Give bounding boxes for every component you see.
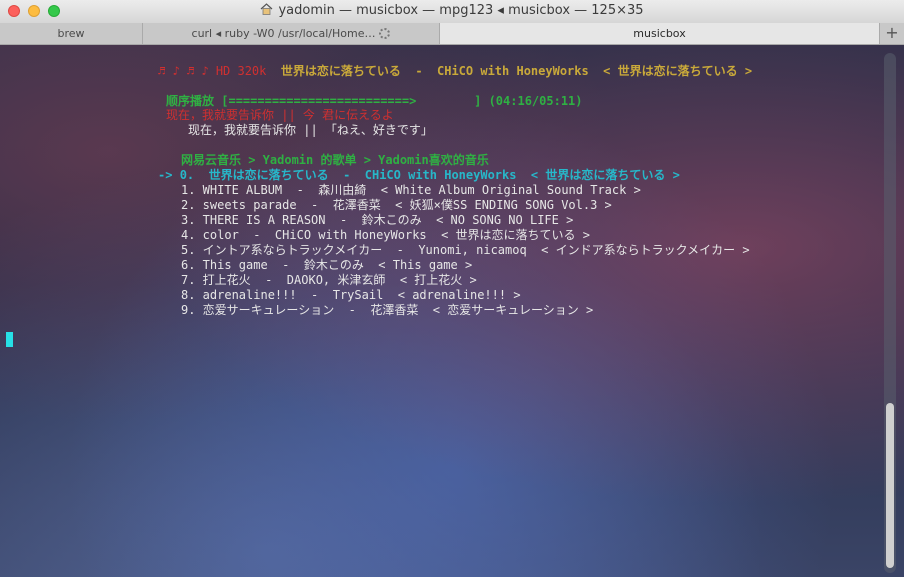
- now-playing-album: < 世界は恋に落ちている >: [603, 64, 753, 78]
- track-item-8[interactable]: 8. adrenaline!!! - TrySail < adrenaline!…: [181, 288, 521, 303]
- title-bar[interactable]: yadomin — musicbox — mpg123 ◂ musicbox —…: [0, 0, 904, 24]
- music-notes-icon: ♬ ♪ ♬ ♪: [158, 64, 209, 78]
- scrollbar-thumb[interactable]: [886, 403, 894, 568]
- loading-spinner-icon: [379, 28, 391, 39]
- tab-label: musicbox: [633, 27, 686, 40]
- now-playing-song: 世界は恋に落ちている: [280, 64, 401, 78]
- tab-musicbox[interactable]: musicbox: [440, 23, 880, 44]
- window-title: yadomin — musicbox — mpg123 ◂ musicbox —…: [0, 3, 904, 18]
- selected-track-index: 0.: [179, 168, 195, 182]
- track-item-4[interactable]: 4. color - CHiCO with HoneyWorks < 世界は恋に…: [181, 228, 590, 243]
- play-mode: 顺序播放: [166, 94, 215, 108]
- track-item-7[interactable]: 7. 打上花火 - DAOKO, 米津玄師 < 打上花火 >: [181, 273, 477, 288]
- scrollbar[interactable]: [884, 53, 896, 573]
- track-item-9[interactable]: 9. 恋爱サーキュレーション - 花澤香菜 < 恋爱サーキュレーション >: [181, 303, 593, 318]
- progress-bar: [=========================> ]: [221, 94, 482, 108]
- selected-track[interactable]: -> 0. 世界は恋に落ちている - CHiCO with HoneyWorks…: [158, 168, 680, 183]
- new-tab-button[interactable]: +: [879, 23, 904, 44]
- now-playing-line: ♬ ♪ ♬ ♪ HD 320k 世界は恋に落ちている - CHiCO with …: [158, 64, 753, 78]
- terminal-content[interactable]: ♬ ♪ ♬ ♪ HD 320k 世界は恋に落ちている - CHiCO with …: [0, 45, 904, 577]
- tab-curl-ruby[interactable]: curl ◂ ruby -W0 /usr/local/Home…: [143, 23, 440, 44]
- tab-brew[interactable]: brew: [0, 23, 143, 44]
- terminal-window: yadomin — musicbox — mpg123 ◂ musicbox —…: [0, 0, 904, 577]
- selected-track-song: 世界は恋に落ちている: [208, 168, 329, 182]
- breadcrumb: 网易云音乐 > Yadomin 的歌单 > Yadomin喜欢的音乐: [181, 153, 489, 167]
- selected-track-artist: CHiCO with HoneyWorks: [364, 168, 517, 182]
- track-item-6[interactable]: 6. This game - 鈴木このみ < This game >: [181, 258, 472, 273]
- terminal-cursor: [6, 332, 13, 347]
- tab-label: curl ◂ ruby -W0 /usr/local/Home…: [191, 27, 376, 40]
- selection-pointer-icon: ->: [158, 168, 173, 182]
- selected-track-album: < 世界は恋に落ちている >: [530, 168, 680, 182]
- play-time: (04:16/05:11): [488, 94, 583, 108]
- window-title-text: yadomin — musicbox — mpg123 ◂ musicbox —…: [278, 3, 644, 18]
- lyric-current: 现在，我就要告诉你 || 今 君に伝えるよ: [166, 108, 394, 122]
- tab-label: brew: [57, 27, 85, 40]
- track-item-1[interactable]: 1. WHITE ALBUM - 森川由綺 < White Album Orig…: [181, 183, 641, 198]
- tab-bar: brew curl ◂ ruby -W0 /usr/local/Home… mu…: [0, 23, 904, 45]
- audio-quality: HD 320k: [215, 64, 267, 78]
- now-playing-artist: CHiCO with HoneyWorks: [437, 64, 589, 78]
- track-item-2[interactable]: 2. sweets parade - 花澤香菜 < 妖狐×僕SS ENDING …: [181, 198, 612, 213]
- lyric-translation: 现在，我就要告诉你 || 「ねえ、好きです」: [188, 123, 433, 137]
- track-item-5[interactable]: 5. イントア系ならトラックメイカー - Yunomi, nicamoq < イ…: [181, 243, 750, 258]
- home-icon: [261, 3, 273, 15]
- progress-line: 顺序播放 [=========================> ] (04:1…: [166, 94, 583, 109]
- track-item-3[interactable]: 3. THERE IS A REASON - 鈴木このみ < NO SONG N…: [181, 213, 573, 228]
